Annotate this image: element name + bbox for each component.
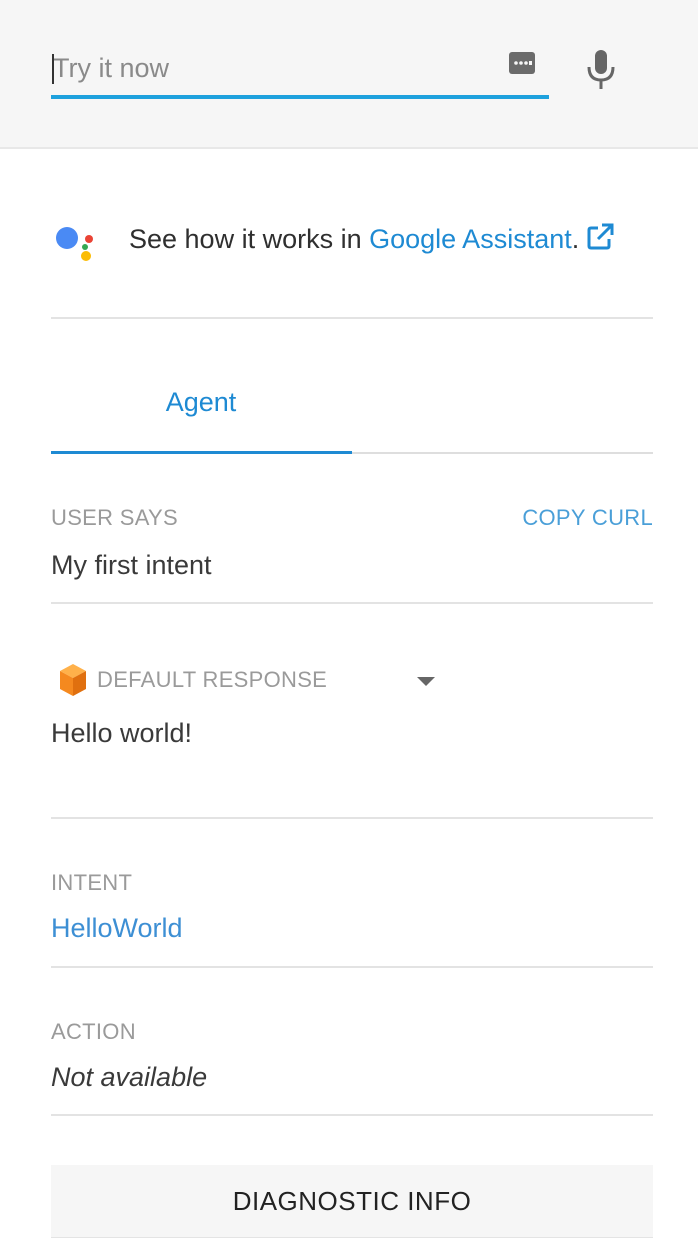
assistant-promo-prefix: See how it works in — [129, 224, 370, 254]
action-value: Not available — [51, 1062, 208, 1092]
intent-label: INTENT — [51, 870, 133, 895]
default-response-label: DEFAULT RESPONSE — [97, 667, 328, 692]
user-says-label: USER SAYS — [51, 505, 178, 530]
divider — [51, 1114, 653, 1116]
tab-agent[interactable]: Agent — [51, 370, 351, 440]
divider — [51, 966, 653, 968]
input-underline — [51, 95, 549, 99]
intent-link[interactable]: HelloWorld — [51, 913, 183, 944]
test-console-header — [0, 0, 698, 149]
divider — [51, 602, 653, 604]
assistant-promo-suffix: . — [571, 224, 580, 254]
tab-active-indicator — [51, 451, 352, 454]
divider — [51, 317, 653, 319]
text-cursor — [52, 54, 54, 84]
action-label: ACTION — [51, 1019, 136, 1044]
diagnostic-info-button[interactable]: DIAGNOSTIC INFO — [51, 1165, 653, 1238]
try-it-now-input[interactable] — [51, 40, 503, 96]
copy-curl-button[interactable]: COPY CURL — [522, 505, 653, 531]
microphone-icon[interactable] — [584, 48, 618, 92]
external-link-icon[interactable] — [585, 222, 615, 252]
default-response-value: Hello world! — [51, 718, 193, 748]
caret-down-icon[interactable] — [415, 674, 437, 688]
assistant-promo-text: See how it works in Google Assistant. — [129, 222, 615, 255]
try-it-now-field[interactable] — [51, 40, 549, 99]
cube-icon — [60, 664, 86, 696]
google-assistant-icon — [56, 227, 93, 261]
assistant-promo: See how it works in Google Assistant. — [51, 210, 653, 270]
divider — [51, 817, 653, 819]
google-assistant-link[interactable]: Google Assistant — [369, 224, 572, 254]
keyboard-icon[interactable] — [508, 49, 536, 77]
user-says-value: My first intent — [51, 550, 212, 580]
